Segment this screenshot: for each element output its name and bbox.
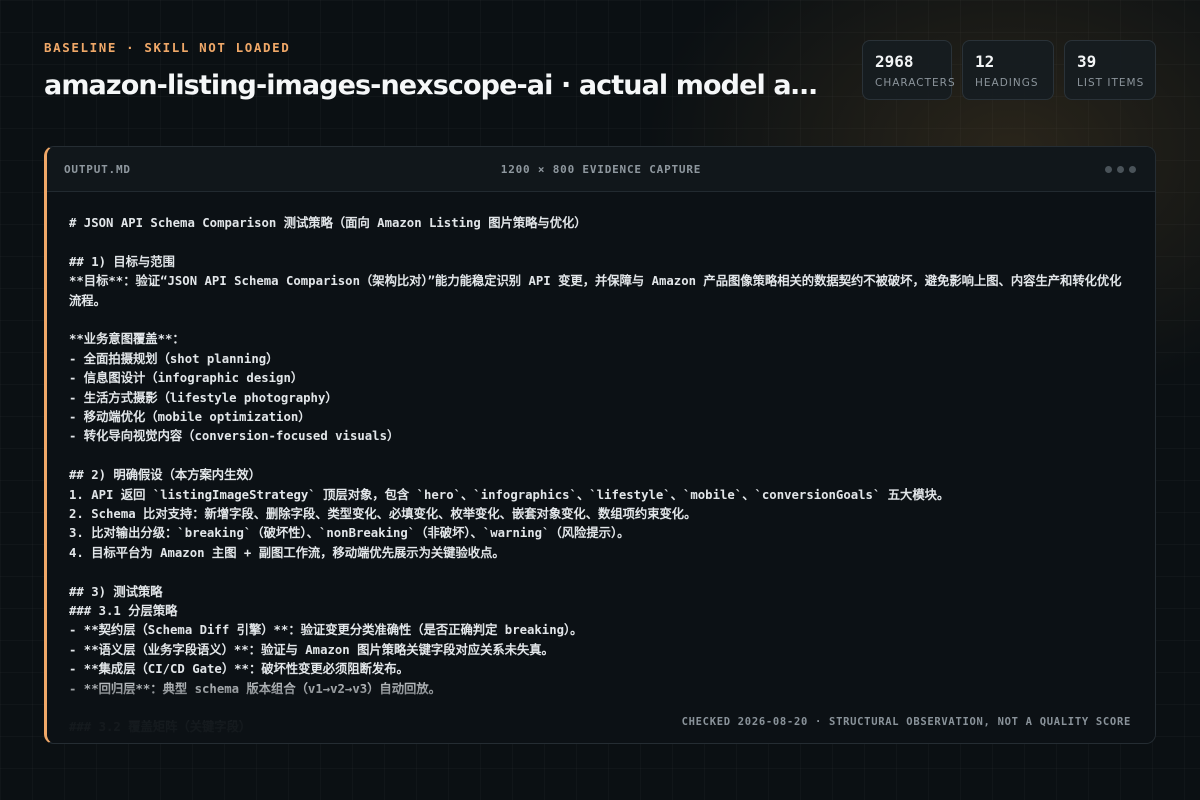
stat-characters-value: 2968 <box>875 52 914 71</box>
stat-headings-value: 12 <box>975 52 995 71</box>
markdown-line: - 移动端优化（mobile optimization） <box>69 410 311 425</box>
capture-label: 1200 × 800 EVIDENCE CAPTURE <box>500 163 702 176</box>
markdown-line <box>69 447 1131 466</box>
stats-group: 2968 CHARACTERS 12 HEADINGS 39 LIST ITEM… <box>862 40 1156 100</box>
stat-headings: 12 HEADINGS <box>962 40 1054 100</box>
stat-headings-label: HEADINGS <box>975 77 1039 89</box>
markdown-line: - 信息图设计（infographic design） <box>69 371 304 386</box>
markdown-line: ## 1) 目标与范围 <box>69 254 175 269</box>
markdown-line: - **语义层（业务字段语义）**：验证与 Amazon 图片策略关键字段对应关… <box>69 642 554 657</box>
markdown-line: - 转化导向视觉内容（conversion-focused visuals） <box>69 429 400 444</box>
markdown-line: - **契约层（Schema Diff 引擎）**：验证变更分类准确性（是否正确… <box>69 623 583 638</box>
panel-header: OUTPUT.MD 1200 × 800 EVIDENCE CAPTURE <box>47 147 1155 192</box>
stat-list-items: 39 LIST ITEMS <box>1064 40 1156 100</box>
markdown-line: **目标**：验证“JSON API Schema Comparison（架构比… <box>69 274 1122 308</box>
markdown-line <box>69 311 1131 330</box>
dot-icon <box>1117 166 1124 173</box>
page-title: amazon-listing-images-nexscope-ai · actu… <box>44 70 824 101</box>
markdown-line: - 生活方式摄影（lifestyle photography） <box>69 390 338 405</box>
markdown-line: ### 3.1 分层策略 <box>69 604 178 619</box>
baseline-status-label: BASELINE · SKILL NOT LOADED <box>44 40 291 55</box>
markdown-line: 2. Schema 比对支持：新增字段、删除字段、类型变化、必填变化、枚举变化、… <box>69 507 697 522</box>
markdown-line: 4. 目标平台为 Amazon 主图 + 副图工作流，移动端优先展示为关键验收点… <box>69 545 505 560</box>
stat-list-items-value: 39 <box>1077 52 1097 71</box>
markdown-line: # JSON API Schema Comparison 测试策略（面向 Ama… <box>69 216 587 230</box>
markdown-line: 1. API 返回 `listingImageStrategy` 顶层对象，包含… <box>69 487 950 502</box>
markdown-line <box>69 563 1131 582</box>
markdown-line: ## 3) 测试策略 <box>69 584 163 599</box>
check-footnote: CHECKED 2026-08-20 · STRUCTURAL OBSERVAT… <box>681 716 1131 728</box>
stat-characters-label: CHARACTERS <box>875 77 956 89</box>
markdown-line: - 全面拍摄规划（shot planning） <box>69 351 279 366</box>
dot-icon <box>1105 166 1112 173</box>
dot-icon <box>1129 166 1136 173</box>
markdown-content: # JSON API Schema Comparison 测试策略（面向 Ama… <box>69 214 1131 743</box>
stat-characters: 2968 CHARACTERS <box>862 40 956 100</box>
markdown-line: 3. 比对输出分级：`breaking`（破坏性）、`nonBreaking`（… <box>69 526 630 541</box>
markdown-line: ## 2) 明确假设（本方案内生效） <box>69 468 261 483</box>
markdown-line <box>69 233 1131 252</box>
markdown-line: **业务意图覆盖**： <box>69 332 185 347</box>
window-controls[interactable] <box>1105 166 1136 173</box>
content-fade <box>47 673 1155 743</box>
stat-list-items-label: LIST ITEMS <box>1077 77 1145 89</box>
output-panel: OUTPUT.MD 1200 × 800 EVIDENCE CAPTURE # … <box>44 146 1156 744</box>
